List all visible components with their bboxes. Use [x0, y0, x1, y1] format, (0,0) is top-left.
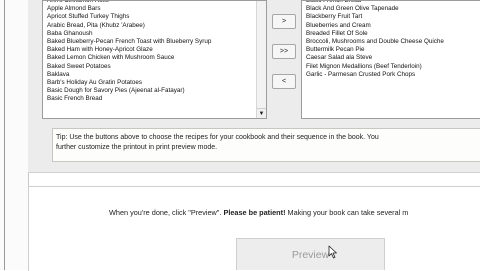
list-item[interactable]: Baked Ham with Honey-Apricot Glaze: [43, 46, 266, 54]
list-item[interactable]: Apricot Stuffed Turkey Thighs: [43, 13, 266, 21]
list-item[interactable]: Arabic Bread, Pita (Khubz 'Arabee): [43, 22, 266, 30]
available-recipes-items: Ann's Cinnamon Rolls Apple Almond Bars Apr…: [43, 1, 266, 103]
list-item[interactable]: Blackberry Fruit Tart: [302, 13, 480, 21]
list-item[interactable]: Barb's Holiday Au Gratin Potatoes: [43, 79, 266, 87]
list-item[interactable]: Basic French Bread: [43, 95, 266, 103]
list-item[interactable]: Caesar Salad ala Steve: [302, 54, 480, 62]
list-item[interactable]: Baked Blueberry-Pecan French Toast with …: [43, 38, 266, 46]
list-item[interactable]: Black And Green Olive Tapenade: [302, 5, 480, 13]
list-item[interactable]: Buttermilk Pecan Pie: [302, 46, 480, 54]
selected-recipes-items: Basic French Bread Black And Green Olive …: [302, 1, 480, 79]
list-item[interactable]: Baklava: [43, 71, 266, 79]
list-item[interactable]: Apple Almond Bars: [43, 5, 266, 13]
list-item[interactable]: Broccoli, Mushrooms and Double Cheese Qu…: [302, 38, 480, 46]
chevron-down-icon[interactable]: ▼: [257, 108, 266, 118]
list-item[interactable]: Breaded Fillet Of Sole: [302, 30, 480, 38]
hint-text-bold: Please be patient!: [223, 208, 286, 217]
window-left-frame: [0, 0, 29, 270]
available-recipes-list[interactable]: Ann's Cinnamon Rolls Apple Almond Bars Apr…: [42, 0, 267, 119]
section-divider: [28, 172, 480, 173]
selected-recipes-list[interactable]: Basic French Bread Black And Green Olive …: [301, 0, 480, 119]
add-recipe-button[interactable]: >: [272, 14, 296, 29]
list-item[interactable]: Baked Sweet Potatoes: [43, 63, 266, 71]
available-recipes-scrollbar[interactable]: ▼: [256, 1, 266, 118]
preview-instructions: When you're done, click "Preview". Pleas…: [109, 208, 408, 217]
hint-text-before: When you're done, click "Preview".: [109, 208, 224, 217]
tip-line-2: further customize the printout in print …: [56, 144, 218, 151]
list-item[interactable]: Blueberries and Cream: [302, 22, 480, 30]
hint-text-after: Making your book can take several m: [285, 208, 409, 217]
tip-box: Tip: Use the buttons above to choose the…: [52, 128, 480, 162]
list-item[interactable]: Baked Lemon Chicken with Mushroom Sauce: [43, 54, 266, 62]
tip-line-1: Tip: Use the buttons above to choose the…: [56, 134, 379, 141]
list-item[interactable]: Basic Dough for Savory Pies (Ajeenat al-…: [43, 87, 266, 95]
preview-button[interactable]: Preview: [236, 238, 385, 270]
mouse-pointer-icon: [328, 245, 337, 259]
list-item[interactable]: Baba Ghanoush: [43, 30, 266, 38]
frame-edge-line: [4, 0, 5, 270]
remove-recipe-button[interactable]: <: [272, 74, 296, 89]
list-item[interactable]: Filet Mignon Medallions (Beef Tenderloin…: [302, 63, 480, 71]
add-all-recipes-button[interactable]: >>: [272, 44, 296, 59]
list-item[interactable]: Garlic - Parmesan Crusted Pork Chops: [302, 71, 480, 79]
